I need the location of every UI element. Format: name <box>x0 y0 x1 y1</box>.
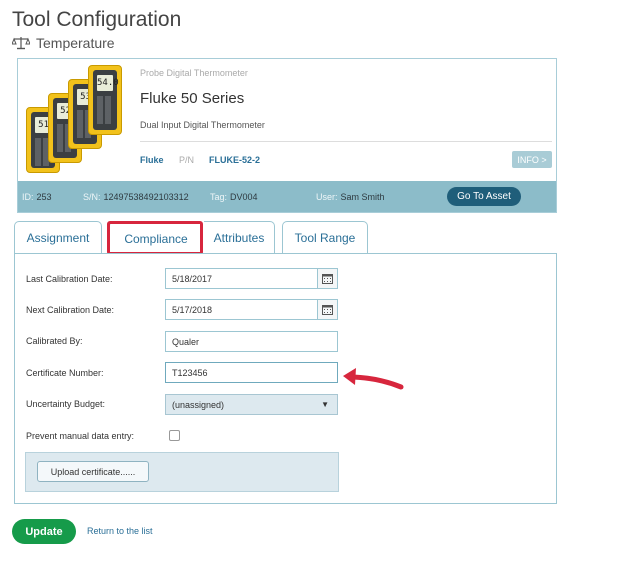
tab-assignment[interactable]: Assignment <box>14 221 102 254</box>
prevent-manual-entry-checkbox[interactable] <box>169 430 180 441</box>
last-calibration-field[interactable]: 5/18/2017 <box>165 268 338 289</box>
divider <box>140 141 552 142</box>
asset-name: Fluke 50 Series <box>140 90 245 107</box>
next-calibration-label: Next Calibration Date: <box>26 305 115 315</box>
compliance-highlight-box <box>107 221 203 255</box>
asset-brand[interactable]: Fluke <box>140 155 164 165</box>
tab-tool-range[interactable]: Tool Range <box>282 221 368 254</box>
chevron-down-icon: ▼ <box>321 400 329 409</box>
go-to-asset-button[interactable]: Go To Asset <box>447 187 521 206</box>
calendar-icon[interactable] <box>317 300 337 319</box>
balance-scale-icon <box>12 36 30 50</box>
calendar-icon[interactable] <box>317 269 337 288</box>
upload-area: Upload certificate...... <box>25 452 339 492</box>
compliance-panel: Last Calibration Date: 5/18/2017 Next Ca… <box>14 253 557 504</box>
asset-card: 51 52 53 54.0 Probe Digital Thermometer … <box>17 58 557 213</box>
subtitle-text: Temperature <box>36 35 115 51</box>
asset-description: Dual Input Digital Thermometer <box>140 120 265 130</box>
info-button[interactable]: INFO > <box>512 151 552 168</box>
calibrated-by-label: Calibrated By: <box>26 336 83 346</box>
calibrated-by-field[interactable]: Qualer <box>165 331 338 352</box>
update-button[interactable]: Update <box>12 519 76 544</box>
page-title: Tool Configuration <box>12 8 182 31</box>
page-subtitle: Temperature <box>12 35 115 51</box>
uncertainty-budget-label: Uncertainty Budget: <box>26 399 106 409</box>
thermometer-image: 51 52 53 54.0 <box>24 63 124 173</box>
asset-user: User: Sam Smith <box>316 191 385 202</box>
asset-category: Probe Digital Thermometer <box>140 68 248 78</box>
asset-part-number[interactable]: FLUKE-52-2 <box>209 155 260 165</box>
uncertainty-budget-select[interactable]: (unassigned) ▼ <box>165 394 338 415</box>
certificate-number-label: Certificate Number: <box>26 368 104 378</box>
red-arrow-icon <box>339 364 405 399</box>
pn-label: P/N <box>179 155 195 165</box>
last-calibration-label: Last Calibration Date: <box>26 274 113 284</box>
certificate-number-field[interactable]: T123456 <box>165 362 338 383</box>
return-to-list-link[interactable]: Return to the list <box>87 526 153 536</box>
asset-serial: S/N: 12497538492103312 <box>83 191 189 202</box>
asset-id: ID: 253 <box>22 191 52 202</box>
asset-tag: Tag: DV004 <box>210 191 258 202</box>
asset-info-bar: ID: 253 S/N: 12497538492103312 Tag: DV004 U… <box>18 181 556 212</box>
upload-certificate-button[interactable]: Upload certificate...... <box>37 461 149 482</box>
next-calibration-field[interactable]: 5/17/2018 <box>165 299 338 320</box>
prevent-manual-entry-label: Prevent manual data entry: <box>26 431 135 441</box>
tab-attributes[interactable]: Attributes <box>204 221 275 254</box>
